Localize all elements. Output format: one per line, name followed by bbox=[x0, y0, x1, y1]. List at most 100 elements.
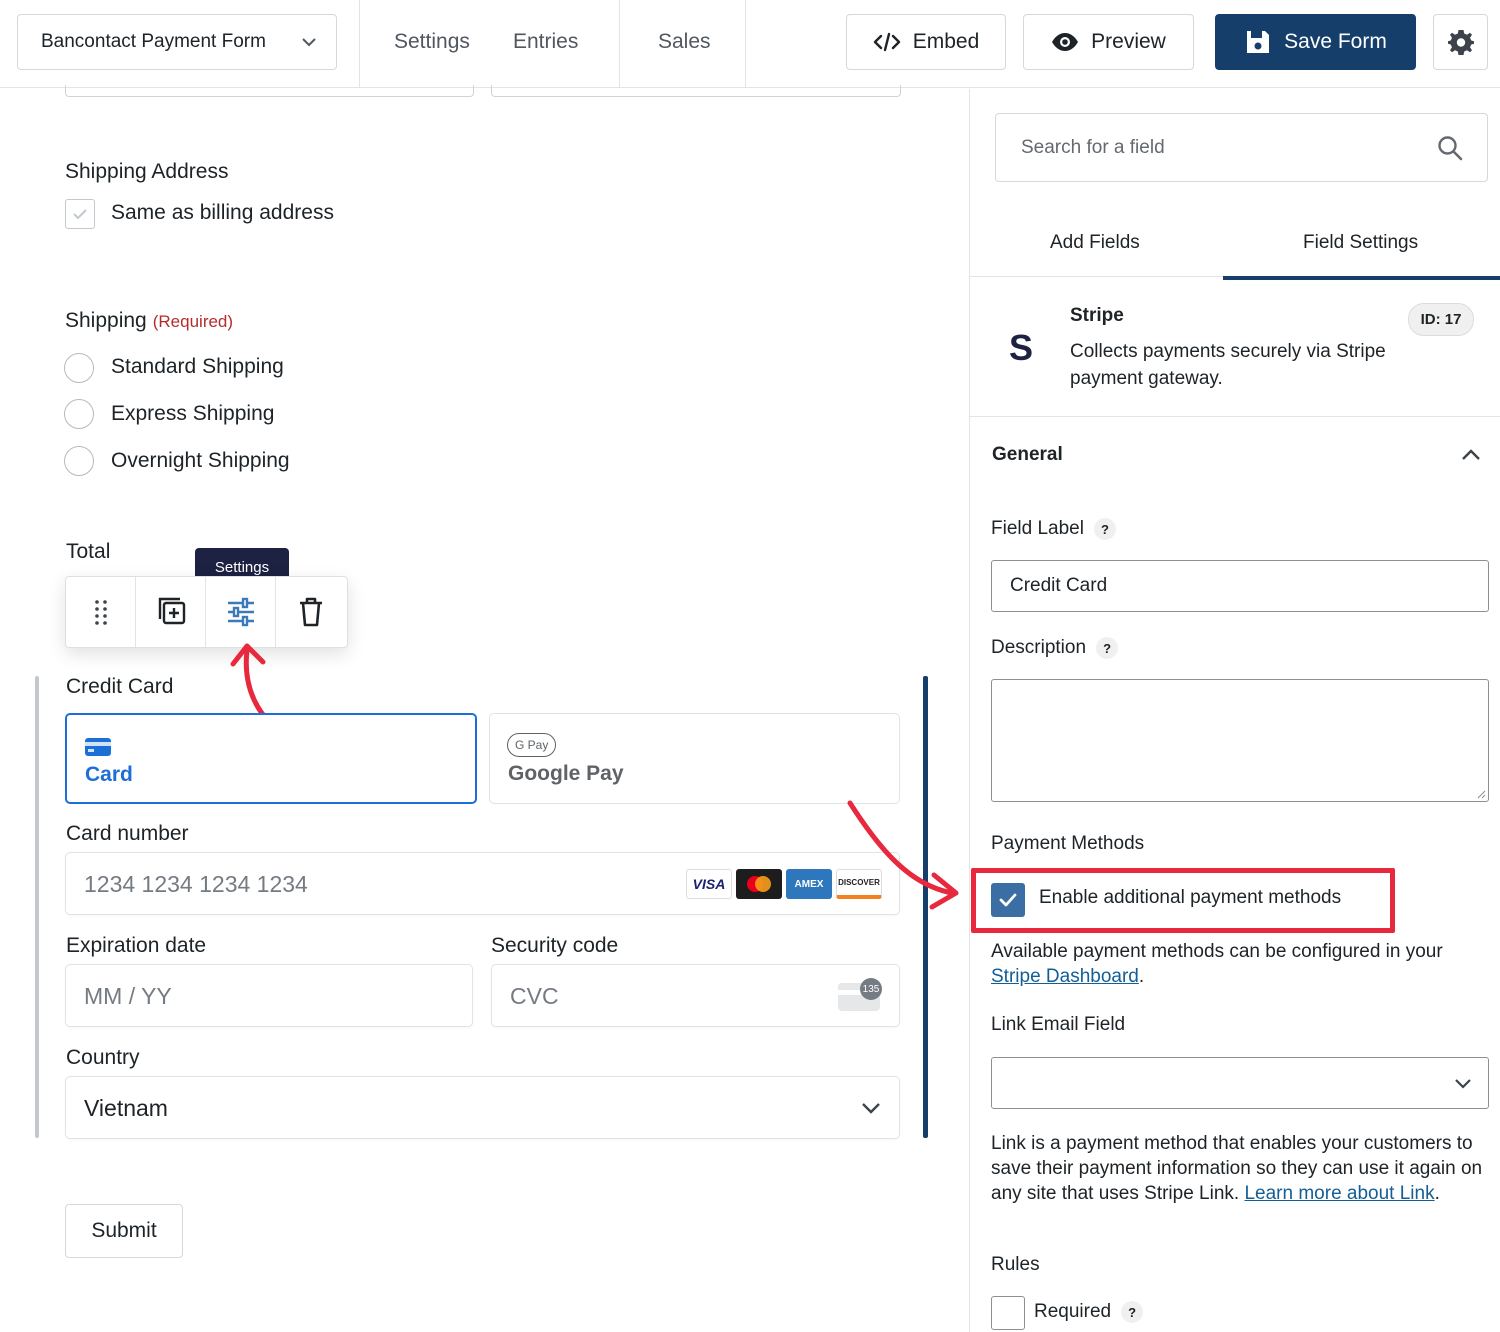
general-section-title[interactable]: General bbox=[992, 444, 1063, 466]
active-tab-indicator bbox=[1223, 276, 1500, 280]
credit-card-label: Credit Card bbox=[66, 675, 174, 698]
duplicate-icon bbox=[158, 597, 185, 625]
divider bbox=[745, 0, 746, 88]
security-code-input[interactable]: CVC 135 bbox=[491, 964, 900, 1027]
chevron-down-icon bbox=[862, 1103, 880, 1114]
save-form-label: Save Form bbox=[1284, 30, 1387, 53]
previous-field-input[interactable] bbox=[491, 85, 901, 97]
tab-card-label: Card bbox=[85, 763, 133, 786]
expiration-placeholder: MM / YY bbox=[84, 983, 172, 1009]
field-label-text: Field Label bbox=[991, 518, 1084, 539]
previous-field-input[interactable] bbox=[65, 85, 474, 97]
amex-icon: AMEX bbox=[786, 869, 832, 899]
enable-additional-methods-label: Enable additional payment methods bbox=[1039, 887, 1342, 908]
link-help-text: Link is a payment method that enables yo… bbox=[991, 1133, 1483, 1204]
country-value: Vietnam bbox=[84, 1095, 168, 1121]
help-icon[interactable]: ? bbox=[1093, 518, 1116, 540]
chevron-down-icon bbox=[1455, 1079, 1471, 1089]
tab-card[interactable]: Card bbox=[65, 713, 477, 804]
description-label: Description ? bbox=[991, 637, 1119, 659]
help-icon[interactable]: ? bbox=[1096, 637, 1119, 659]
save-icon bbox=[1247, 31, 1270, 53]
divider bbox=[970, 416, 1500, 417]
required-label-text: Required bbox=[1034, 1301, 1112, 1322]
card-number-label: Card number bbox=[66, 822, 189, 845]
preview-label: Preview bbox=[1091, 30, 1166, 53]
card-number-input[interactable]: 1234 1234 1234 1234 VISA AMEX DISCOVER bbox=[65, 852, 900, 915]
security-code-placeholder: CVC bbox=[510, 983, 559, 1009]
divider bbox=[619, 0, 620, 88]
required-indicator: (Required) bbox=[152, 312, 234, 331]
form-selector-dropdown[interactable]: Bancontact Payment Form bbox=[17, 14, 337, 70]
check-icon bbox=[999, 893, 1017, 907]
required-label: Required ? bbox=[1034, 1301, 1144, 1323]
preview-button[interactable]: Preview bbox=[1023, 14, 1194, 70]
field-toolbar bbox=[65, 576, 348, 648]
field-label-label: Field Label ? bbox=[991, 518, 1116, 540]
tab-google-pay[interactable]: G Pay Google Pay bbox=[489, 713, 900, 804]
trash-icon bbox=[300, 597, 322, 627]
sliders-icon bbox=[227, 597, 254, 627]
chevron-up-icon[interactable] bbox=[1461, 448, 1481, 462]
delete-button[interactable] bbox=[276, 577, 346, 647]
help-icon[interactable]: ? bbox=[1121, 1301, 1144, 1323]
rules-label: Rules bbox=[991, 1254, 1040, 1275]
shipping-radio-express[interactable] bbox=[64, 399, 94, 429]
country-select[interactable]: Vietnam bbox=[65, 1076, 900, 1139]
field-label-input[interactable]: Credit Card bbox=[991, 560, 1489, 612]
cvc-card-icon: 135 bbox=[838, 978, 882, 1011]
learn-more-link[interactable]: Learn more about Link bbox=[1244, 1183, 1434, 1204]
shipping-option-label: Overnight Shipping bbox=[111, 449, 290, 472]
google-pay-icon: G Pay bbox=[507, 733, 557, 757]
mastercard-icon bbox=[736, 869, 782, 899]
annotation-arrow-icon bbox=[847, 800, 959, 910]
code-icon bbox=[873, 32, 900, 52]
top-bar: Bancontact Payment Form Settings Entries… bbox=[0, 0, 1500, 88]
visa-icon: VISA bbox=[686, 869, 732, 899]
shipping-option-label: Standard Shipping bbox=[111, 355, 284, 378]
drag-handle[interactable] bbox=[66, 577, 136, 647]
field-type-description: Collects payments securely via Stripe pa… bbox=[1070, 341, 1386, 389]
chevron-down-icon bbox=[302, 38, 316, 47]
link-email-label: Link Email Field bbox=[991, 1014, 1126, 1035]
country-label: Country bbox=[66, 1046, 140, 1069]
same-as-billing-label: Same as billing address bbox=[111, 201, 334, 224]
eye-icon bbox=[1052, 33, 1079, 51]
tab-google-pay-label: Google Pay bbox=[508, 762, 624, 785]
search-icon[interactable] bbox=[1437, 135, 1463, 161]
nav-entries-link[interactable]: Entries bbox=[513, 30, 578, 54]
field-type-title: Stripe bbox=[1070, 305, 1124, 326]
field-selection-bar bbox=[35, 676, 39, 1138]
tab-add-fields[interactable]: Add Fields bbox=[1050, 232, 1140, 254]
field-search-input[interactable] bbox=[996, 114, 1416, 181]
resize-handle-icon[interactable] bbox=[1476, 789, 1486, 799]
same-as-billing-checkbox[interactable] bbox=[65, 199, 95, 229]
field-id-badge: ID: 17 bbox=[1408, 303, 1474, 336]
drag-dots-icon bbox=[94, 600, 107, 625]
description-textarea[interactable] bbox=[991, 679, 1489, 802]
field-settings-button[interactable] bbox=[206, 577, 276, 647]
tab-field-settings[interactable]: Field Settings bbox=[1303, 232, 1418, 254]
duplicate-button[interactable] bbox=[136, 577, 206, 647]
shipping-address-label: Shipping Address bbox=[65, 160, 229, 183]
link-email-select[interactable] bbox=[991, 1057, 1489, 1109]
submit-button[interactable]: Submit bbox=[65, 1204, 183, 1258]
nav-settings-link[interactable]: Settings bbox=[394, 30, 470, 54]
shipping-radio-standard[interactable] bbox=[64, 353, 94, 383]
shipping-option-label: Express Shipping bbox=[111, 402, 275, 425]
shipping-radio-overnight[interactable] bbox=[64, 446, 94, 476]
stripe-dashboard-link[interactable]: Stripe Dashboard bbox=[991, 966, 1139, 987]
divider bbox=[359, 0, 360, 88]
save-form-button[interactable]: Save Form bbox=[1215, 14, 1416, 70]
available-text: Available payment methods can be configu… bbox=[991, 941, 1443, 962]
nav-sales-link[interactable]: Sales bbox=[658, 30, 711, 54]
form-selector-label: Bancontact Payment Form bbox=[41, 31, 266, 52]
payment-methods-label: Payment Methods bbox=[991, 833, 1145, 854]
form-settings-button[interactable] bbox=[1433, 14, 1488, 70]
expiration-input[interactable]: MM / YY bbox=[65, 964, 473, 1027]
required-checkbox[interactable] bbox=[991, 1296, 1025, 1330]
enable-additional-methods-checkbox[interactable] bbox=[991, 883, 1025, 917]
embed-button[interactable]: Embed bbox=[846, 14, 1006, 70]
field-search-box bbox=[995, 113, 1488, 182]
stripe-icon: S bbox=[1009, 327, 1034, 368]
